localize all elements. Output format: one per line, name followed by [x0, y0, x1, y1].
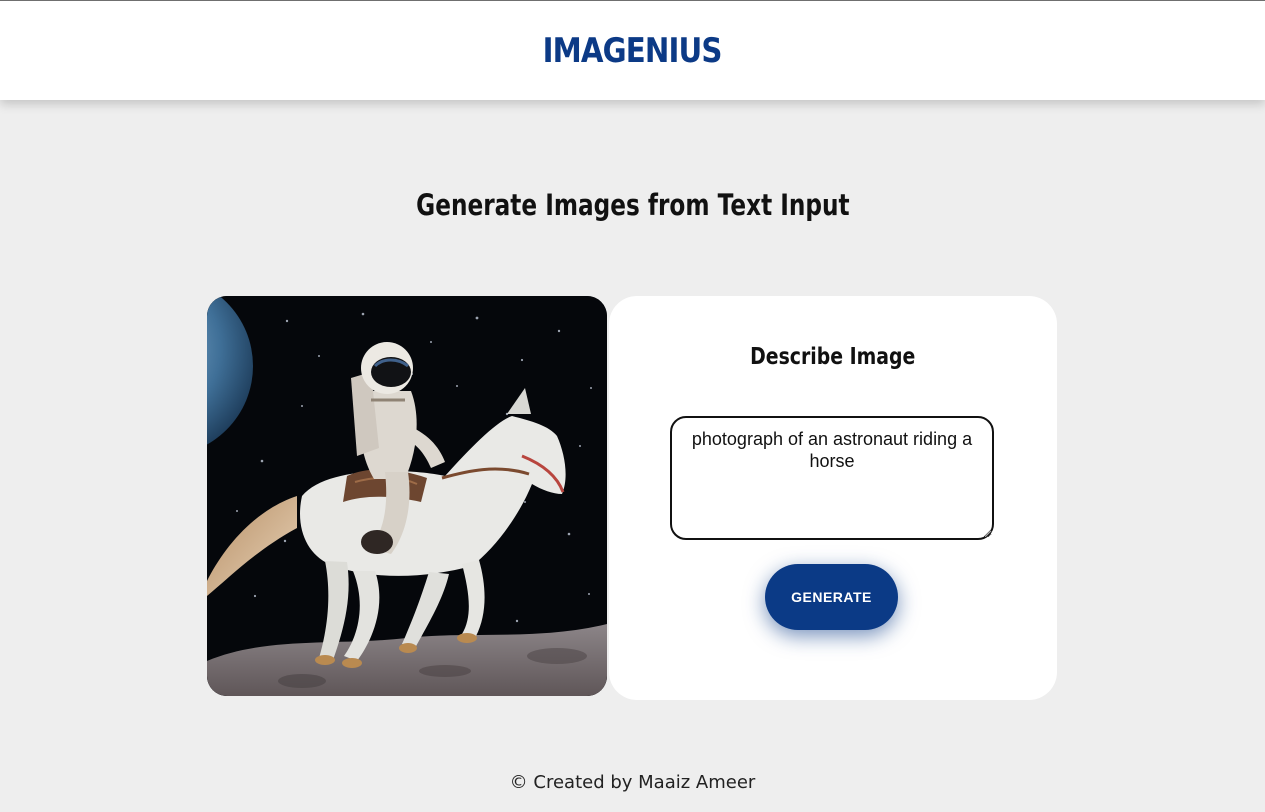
footer-text: © Created by Maaiz Ameer	[509, 772, 756, 793]
site-header: IMAGENIUS	[0, 0, 1265, 100]
page-title: Generate Images from Text Input	[0, 188, 1265, 222]
generated-image	[207, 296, 607, 696]
describe-panel: Describe Image photograph of an astronau…	[609, 296, 1057, 700]
generate-button[interactable]: GENERATE	[765, 564, 898, 630]
astronaut-horse-image	[207, 296, 607, 696]
panel-title: Describe Image	[609, 344, 1057, 370]
prompt-input[interactable]: photograph of an astronaut riding a hors…	[670, 416, 994, 540]
footer-credit: © Created by Maaiz Ameer	[0, 772, 1265, 793]
brand-logo[interactable]: IMAGENIUS	[543, 31, 723, 71]
page-title-text: Generate Images from Text Input	[415, 188, 850, 222]
panel-title-text: Describe Image	[750, 344, 916, 370]
